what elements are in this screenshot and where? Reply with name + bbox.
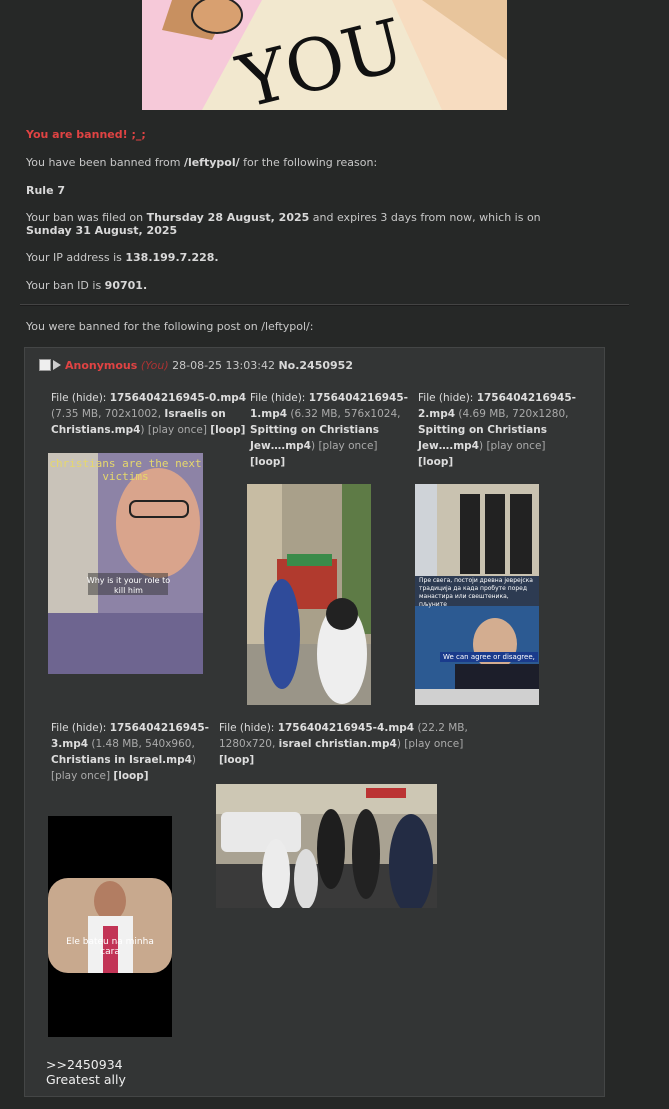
file-label[interactable]: File (hide):	[51, 392, 106, 404]
post-message: Greatest ally	[46, 1072, 126, 1087]
poster-name: Anonymous	[65, 359, 138, 372]
loop-link[interactable]: [loop]	[210, 424, 245, 436]
loop-link[interactable]: [loop]	[418, 456, 453, 468]
divider	[20, 304, 629, 306]
video-thumbnail-3[interactable]: Ele bateu na minha cara	[48, 816, 172, 1037]
file-info-0: File (hide): 1756404216945-0.mp4 (7.35 M…	[51, 392, 247, 436]
quote-link[interactable]: >>2450934	[46, 1057, 126, 1072]
ban-title: You are banned! ;_;	[26, 128, 146, 141]
file-info-4: File (hide): 1756404216945-4.mp4 (22.2 M…	[219, 722, 468, 766]
thumb-caption-mid: Пре свега, постоји древна јеврејска трад…	[419, 577, 533, 608]
loop-link[interactable]: [loop]	[113, 770, 148, 782]
post-intro: You were banned for the following post o…	[26, 320, 314, 333]
ban-dates: Your ban was filed on Thursday 28 August…	[26, 211, 541, 237]
ban-reason: Rule 7	[26, 184, 66, 197]
you-marker: (You)	[140, 359, 169, 372]
ban-id: Your ban ID is 90701.	[26, 279, 148, 292]
ban-image: YOU	[142, 0, 507, 110]
play-once-link[interactable]: [play once]	[486, 440, 545, 452]
post-menu-arrow-icon[interactable]	[53, 360, 61, 370]
board-name: /leftypol/	[183, 156, 240, 169]
video-thumbnail-4[interactable]	[216, 784, 437, 908]
post-checkbox[interactable]	[39, 359, 51, 371]
post-date: 28-08-25 13:03:42	[172, 359, 275, 372]
ban-board-line: You have been banned from /leftypol/ for…	[26, 156, 378, 169]
thumb-caption-low: We can agree or disagree,	[440, 652, 538, 662]
ban-ip: Your IP address is 138.199.7.228.	[26, 251, 219, 264]
thumb-caption-mid: Why is it your role to kill him	[86, 576, 171, 595]
video-thumbnail-1[interactable]	[247, 484, 371, 705]
file-link[interactable]: 1756404216945-4.mp4	[278, 722, 414, 734]
post-header: Anonymous (You) 28-08-25 13:03:42 No.245…	[39, 359, 353, 372]
banned-post: Anonymous (You) 28-08-25 13:03:42 No.245…	[24, 347, 605, 1097]
file-info-3: File (hide): 1756404216945-3.mp4 (1.48 M…	[51, 722, 210, 782]
loop-link[interactable]: [loop]	[219, 754, 254, 766]
play-once-link[interactable]: [play once]	[148, 424, 207, 436]
video-thumbnail-2[interactable]: Пре свега, постоји древна јеврејска трад…	[415, 484, 539, 705]
play-once-link[interactable]: [play once]	[51, 770, 110, 782]
thumb-caption-top: christians are the next victims	[49, 457, 202, 483]
thumb-caption-mid: Ele bateu na minha cara	[66, 937, 154, 957]
play-once-link[interactable]: [play once]	[404, 738, 463, 750]
post-number[interactable]: No.2450952	[278, 359, 353, 372]
loop-link[interactable]: [loop]	[250, 456, 285, 468]
play-once-link[interactable]: [play once]	[318, 440, 377, 452]
video-thumbnail-0[interactable]: christians are the next victims Why is i…	[48, 453, 203, 674]
file-link[interactable]: 1756404216945-0.mp4	[110, 392, 246, 404]
post-body: >>2450934 Greatest ally	[46, 1057, 126, 1087]
file-info-2: File (hide): 1756404216945-2.mp4 (4.69 M…	[418, 392, 577, 468]
file-info-1: File (hide): 1756404216945-1.mp4 (6.32 M…	[250, 392, 409, 468]
